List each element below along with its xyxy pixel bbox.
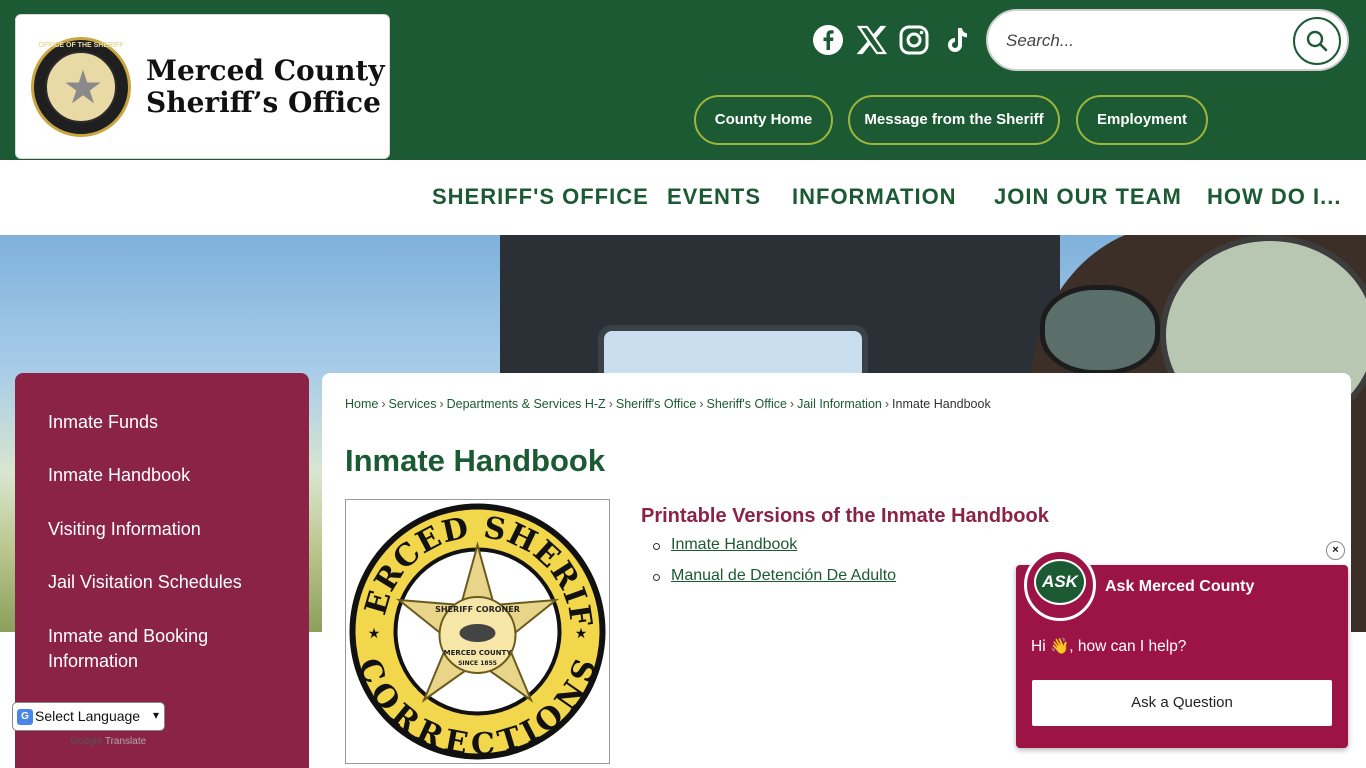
- search-button[interactable]: [1293, 17, 1341, 65]
- main-nav: SHERIFF'S OFFICE EVENTS INFORMATION JOIN…: [0, 160, 1366, 235]
- breadcrumb-jail-information[interactable]: Jail Information: [797, 397, 882, 411]
- logo-line-1: Merced County: [146, 54, 385, 87]
- powered-by-google: Google Translate: [70, 736, 146, 747]
- breadcrumb: Home › Services › Departments & Services H-Z…: [345, 397, 991, 411]
- ask-bubble: ASK: [1034, 559, 1086, 605]
- breadcrumb-departments[interactable]: Departments & Services H-Z: [447, 397, 606, 411]
- badge-center-top: SHERIFF CORONER: [435, 605, 520, 614]
- sidebar-item-inmate-funds[interactable]: Inmate Funds: [48, 410, 288, 435]
- nav-sheriffs-office[interactable]: SHERIFF'S OFFICE: [432, 184, 649, 210]
- badge-center-mid: MERCED COUNTY: [444, 649, 513, 657]
- inmate-handbook-link[interactable]: Inmate Handbook: [671, 536, 797, 553]
- seal-ring-text: OFFICE OF THE SHERIFF: [38, 42, 124, 49]
- sidebar-item-inmate-booking-information[interactable]: Inmate and Booking Information: [48, 624, 288, 674]
- sidebar-item-inmate-handbook[interactable]: Inmate Handbook: [48, 463, 288, 488]
- nav-join-our-team[interactable]: JOIN OUR TEAM: [994, 184, 1182, 210]
- ask-question-button[interactable]: Ask a Question: [1032, 680, 1332, 726]
- page-title: Inmate Handbook: [345, 443, 606, 478]
- chat-close-button[interactable]: ×: [1326, 541, 1345, 560]
- sidebar-item-visiting-information[interactable]: Visiting Information: [48, 517, 288, 542]
- badge-star-right-icon: ★: [575, 625, 588, 641]
- powered-by-label: Google: [70, 736, 103, 747]
- star-icon: ★: [62, 60, 104, 114]
- logo-line-2: Sheriff’s Office: [146, 86, 381, 119]
- tiktok-icon[interactable]: [941, 24, 973, 56]
- chat-widget: ASK Ask Merced County Hi 👋, how can I he…: [1016, 549, 1348, 748]
- breadcrumb-current: Inmate Handbook: [892, 397, 991, 411]
- message-from-sheriff-button[interactable]: Message from the Sheriff: [848, 95, 1060, 145]
- sidebar-item-jail-visitation-schedules[interactable]: Jail Visitation Schedules: [48, 570, 288, 595]
- badge-center-bot: SINCE 1855: [458, 660, 497, 667]
- breadcrumb-services[interactable]: Services: [389, 397, 437, 411]
- nav-information[interactable]: INFORMATION: [792, 184, 957, 210]
- search-icon: [1306, 30, 1328, 52]
- search-box: [986, 9, 1349, 71]
- powered-by-suffix: Translate: [104, 736, 147, 747]
- sheriff-seal-icon: OFFICE OF THE SHERIFF ★: [31, 37, 131, 137]
- breadcrumb-sheriffs-office[interactable]: Sheriff's Office: [616, 397, 696, 411]
- nav-how-do-i[interactable]: HOW DO I...: [1207, 184, 1341, 210]
- google-translate-icon: G: [17, 709, 33, 725]
- manual-detencion-link[interactable]: Manual de Detención De Adulto: [671, 567, 896, 584]
- language-select-value: Select Language: [35, 708, 141, 724]
- breadcrumb-sheriffs-office-2[interactable]: Sheriff's Office: [706, 397, 786, 411]
- chat-greeting: Hi 👋, how can I help?: [1031, 638, 1187, 655]
- bullet-icon: [653, 543, 660, 550]
- document-list: Inmate Handbook Manual de Detención De A…: [641, 536, 896, 598]
- county-home-button[interactable]: County Home: [694, 95, 833, 145]
- site-header: OFFICE OF THE SHERIFF ★ Merced County Sh…: [0, 0, 1366, 160]
- list-item: Manual de Detención De Adulto: [641, 567, 896, 598]
- employment-button[interactable]: Employment: [1076, 95, 1208, 145]
- nav-events[interactable]: EVENTS: [667, 184, 761, 210]
- language-select[interactable]: G Select Language ▾: [12, 702, 165, 731]
- site-logo[interactable]: OFFICE OF THE SHERIFF ★ Merced County Sh…: [15, 14, 390, 159]
- chat-title: Ask Merced County: [1105, 578, 1255, 595]
- chevron-down-icon: ▾: [152, 708, 159, 722]
- x-icon[interactable]: [855, 24, 888, 56]
- ask-avatar-icon: ASK: [1024, 549, 1096, 621]
- badge-star-left-icon: ★: [368, 625, 381, 641]
- section-title: Printable Versions of the Inmate Handboo…: [641, 505, 1049, 527]
- facebook-icon[interactable]: [812, 24, 844, 56]
- bullet-icon: [653, 574, 660, 581]
- search-input[interactable]: [1006, 27, 1276, 55]
- list-item: Inmate Handbook: [641, 536, 896, 567]
- hero-goggles: [1040, 285, 1160, 375]
- logo-title: Merced County Sheriff’s Office: [146, 55, 385, 119]
- corrections-badge-image: MERCED SHERIFF CORRECTIONS SHERIFF CORON…: [329, 473, 610, 764]
- instagram-icon[interactable]: [898, 24, 930, 56]
- breadcrumb-home[interactable]: Home: [345, 397, 378, 411]
